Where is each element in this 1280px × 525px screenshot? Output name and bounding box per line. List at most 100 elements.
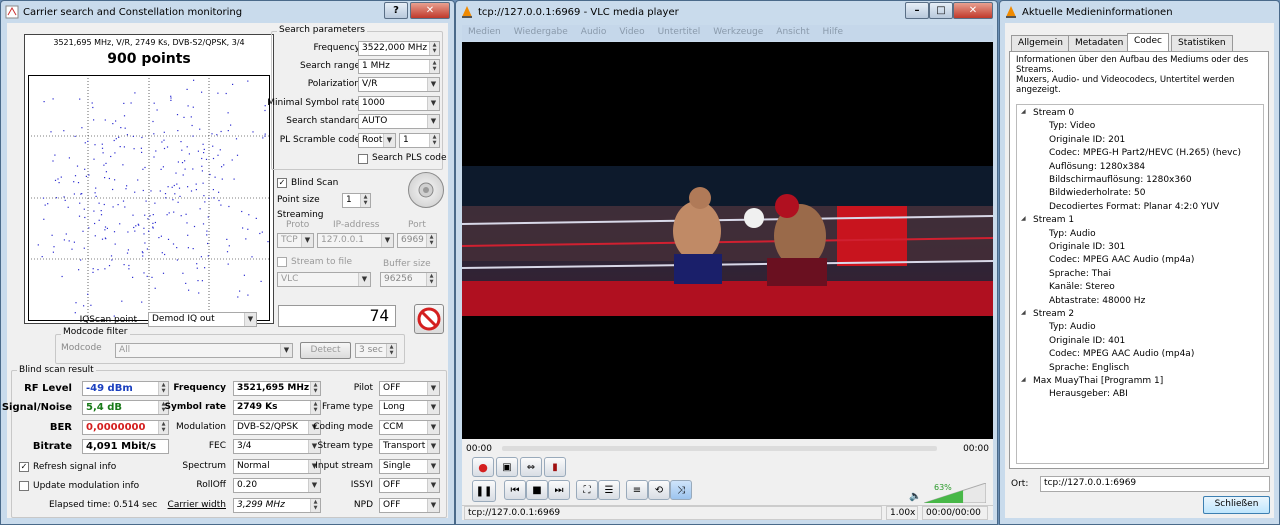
tree-expand-icon[interactable]: ◢ [1021, 108, 1026, 115]
volume-slider[interactable] [924, 483, 986, 503]
buffer-size-input[interactable]: 96256 ▲ ▼ [380, 272, 437, 287]
tab-allgemein[interactable]: Allgemein [1011, 35, 1070, 51]
ip-address-select[interactable]: 127.0.0.1 ▼ [317, 233, 394, 248]
close-dialog-button[interactable]: Schließen [1203, 496, 1270, 514]
constellation-dot [186, 88, 188, 90]
spin-icon[interactable]: ▲ ▼ [429, 42, 439, 55]
chevron-down-icon: ▼ [358, 273, 370, 286]
spin-icon[interactable]: ▲ ▼ [426, 234, 436, 247]
stop-button[interactable] [414, 304, 444, 334]
shuffle-button[interactable]: ⤨ [670, 480, 692, 500]
pl-scramble-input[interactable]: 1 ▲ ▼ [399, 133, 440, 148]
tab-statistiken[interactable]: Statistiken [1171, 35, 1233, 51]
search-range-input[interactable]: 1 MHz ▲ ▼ [358, 59, 440, 74]
previous-button[interactable]: ⏮ [504, 480, 526, 500]
input-stream-select[interactable]: Single ▼ [379, 459, 440, 474]
modcode-select[interactable]: All ▼ [115, 343, 293, 358]
tree-leaf: Codec: MPEG-H Part2/HEVC (H.265) (hevc) [1049, 148, 1241, 159]
playlist-icon: ≡ [632, 484, 642, 496]
issyi-select[interactable]: OFF ▼ [379, 478, 440, 493]
point-size-input[interactable]: 1 ▲ ▼ [342, 193, 371, 208]
spin-icon[interactable]: ▲ ▼ [386, 344, 396, 357]
constellation-dot [104, 226, 107, 228]
constellation-dot [217, 154, 219, 156]
player-select[interactable]: VLC ▼ [277, 272, 371, 287]
search-pls-checkbox[interactable] [358, 154, 368, 164]
playlist-button[interactable]: ≡ [626, 480, 648, 500]
loop-button[interactable]: ⟲ [648, 480, 670, 500]
signal-noise-value: 5,4 dB [86, 402, 122, 413]
port-input[interactable]: 6969 ▲ ▼ [397, 233, 437, 248]
record-button[interactable]: ● [472, 457, 494, 477]
extended-settings-button[interactable]: ☰ [598, 480, 620, 500]
tree-node[interactable]: Stream 1 [1033, 215, 1074, 225]
coding-mode-select[interactable]: CCM ▼ [379, 420, 440, 435]
tab-metadaten[interactable]: Metadaten [1068, 35, 1131, 51]
port-label: Port [408, 220, 426, 230]
spin-icon[interactable]: ▲ ▼ [429, 134, 439, 147]
tree-expand-icon[interactable]: ◢ [1021, 215, 1026, 222]
pl-scramble-mode-value: Root [362, 135, 383, 145]
iqscan-select[interactable]: Demod IQ out ▼ [148, 312, 257, 327]
search-standard-select[interactable]: AUTO ▼ [358, 114, 440, 129]
tree-expand-icon[interactable]: ◢ [1021, 309, 1026, 316]
menu-ansicht[interactable]: Ansicht [776, 27, 809, 37]
polarization-select[interactable]: V/R ▼ [358, 77, 440, 92]
proto-select[interactable]: TCP ▼ [277, 233, 314, 248]
refresh-signal-checkbox[interactable]: ✓ [19, 462, 29, 472]
spin-icon[interactable]: ▲ ▼ [429, 60, 439, 73]
pl-scramble-mode-select[interactable]: Root ▼ [358, 133, 396, 148]
frame-step-button[interactable]: ▮ [544, 457, 566, 477]
constellation-dot [226, 251, 229, 253]
help-button[interactable]: ? [384, 2, 408, 19]
tab-codec[interactable]: Codec [1127, 33, 1169, 52]
menu-medien[interactable]: Medien [468, 27, 501, 37]
fullscreen-button[interactable]: ⛶ [576, 480, 598, 500]
spin-icon[interactable]: ▲ ▼ [360, 194, 370, 207]
rolloff-select[interactable]: 0.20 ▼ [233, 478, 321, 493]
close-button[interactable]: ✕ [410, 2, 450, 19]
minimize-button[interactable]: – [905, 2, 929, 19]
menu-werkzeuge[interactable]: Werkzeuge [713, 27, 763, 37]
vlc-close-button[interactable]: ✕ [953, 2, 993, 19]
detect-button[interactable]: Detect [300, 342, 351, 359]
stream-type-select[interactable]: Transport ▼ [379, 439, 440, 454]
next-button[interactable]: ⏭ [548, 480, 570, 500]
npd-select[interactable]: OFF ▼ [379, 498, 440, 513]
constellation-dot [68, 157, 70, 159]
video-area[interactable] [462, 42, 993, 439]
tree-node[interactable]: Max MuayThai [Programm 1] [1033, 376, 1163, 386]
maximize-button[interactable]: □ [929, 2, 953, 19]
loop-ab-button[interactable]: ⇔ [520, 457, 542, 477]
frame-type-select[interactable]: Long ▼ [379, 400, 440, 415]
ber-value: 0,0000000 [86, 422, 146, 433]
detect-seconds-input[interactable]: 3 sec ▲ ▼ [355, 343, 397, 358]
ort-input[interactable]: tcp://127.0.0.1:6969 [1040, 476, 1270, 492]
polarization-label: Polarization [307, 79, 360, 89]
pause-button[interactable]: ❚❚ [472, 480, 496, 502]
stop-playback-button[interactable]: ■ [526, 480, 548, 500]
snapshot-button[interactable]: ▣ [496, 457, 518, 477]
menu-hilfe[interactable]: Hilfe [823, 27, 843, 37]
tree-expand-icon[interactable]: ◢ [1021, 376, 1026, 383]
fec-select[interactable]: 3/4 ▼ [233, 439, 321, 454]
pilot-select[interactable]: OFF ▼ [379, 381, 440, 396]
menu-audio[interactable]: Audio [581, 27, 607, 37]
tree-node[interactable]: Stream 0 [1033, 108, 1074, 118]
menu-untertitel[interactable]: Untertitel [658, 27, 701, 37]
playback-speed[interactable]: 1.00x [886, 506, 918, 520]
min-symbol-rate-select[interactable]: 1000 ▼ [358, 96, 440, 111]
blind-scan-checkbox[interactable]: ✓ [277, 178, 287, 188]
menu-video[interactable]: Video [619, 27, 644, 37]
menu-wiedergabe[interactable]: Wiedergabe [514, 27, 568, 37]
spin-icon[interactable]: ▲ ▼ [426, 273, 436, 286]
modulation-select[interactable]: DVB-S2/QPSK ▼ [233, 420, 321, 435]
screenshot-button[interactable] [408, 172, 444, 208]
tree-node[interactable]: Stream 2 [1033, 309, 1074, 319]
spectrum-select[interactable]: Normal ▼ [233, 459, 321, 474]
update-modulation-checkbox[interactable] [19, 481, 29, 491]
seek-bar[interactable] [502, 446, 937, 451]
stream-to-file-checkbox[interactable] [277, 257, 287, 267]
speaker-icon[interactable]: 🔈 [909, 491, 921, 502]
frequency-input[interactable]: 3522,000 MHz ▲ ▼ [358, 41, 440, 56]
